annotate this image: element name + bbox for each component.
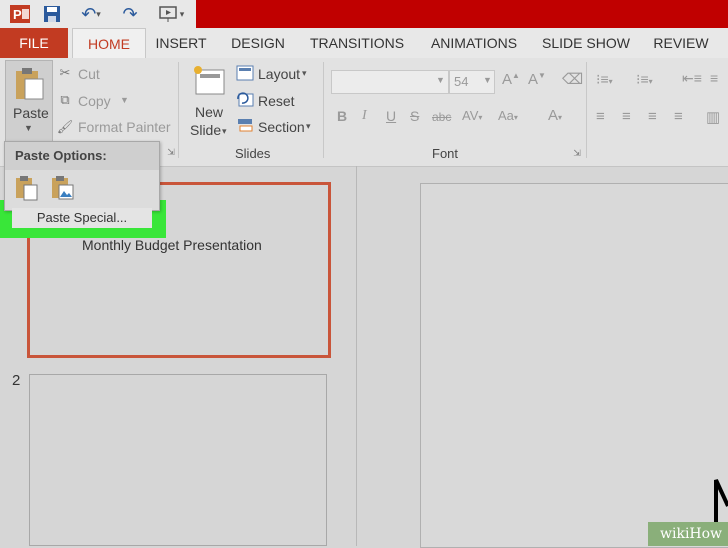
paste-special-menu-item[interactable]: Paste Special... xyxy=(12,208,152,228)
font-group-label: Font xyxy=(432,146,459,161)
layout-icon[interactable] xyxy=(236,65,254,81)
layout-button[interactable]: Layout xyxy=(258,66,300,82)
svg-text:P: P xyxy=(13,7,22,22)
title-bar-accent xyxy=(196,0,728,28)
font-size-value: 54 xyxy=(454,74,469,89)
numbering-icon[interactable]: ⁝≡▾ xyxy=(636,71,653,88)
text-shadow-icon[interactable]: S xyxy=(410,108,419,124)
group-separator xyxy=(323,62,324,158)
section-button[interactable]: Section xyxy=(258,119,305,135)
group-separator xyxy=(178,62,179,158)
reset-icon[interactable] xyxy=(236,91,254,107)
tab-design[interactable]: DESIGN xyxy=(226,28,290,58)
panel-divider xyxy=(356,166,357,546)
tab-animations[interactable]: ANIMATIONS xyxy=(424,28,524,58)
increase-indent-icon[interactable]: ≡ xyxy=(710,70,718,86)
decrease-font-size-icon[interactable]: A▼ xyxy=(528,71,546,88)
underline-icon[interactable]: U xyxy=(386,108,396,124)
copy-icon[interactable]: ⧉ xyxy=(56,91,74,109)
tab-insert[interactable]: INSERT xyxy=(150,28,212,58)
wikihow-watermark: wikiHow xyxy=(648,522,728,546)
align-center-icon[interactable]: ≡ xyxy=(622,108,631,125)
slides-group-label: Slides xyxy=(235,146,271,161)
font-color-icon[interactable]: A▾ xyxy=(548,107,562,124)
clipboard-launcher-icon[interactable]: ⇲ xyxy=(166,147,176,157)
align-left-icon[interactable]: ≡ xyxy=(596,108,605,125)
clipboard-icon xyxy=(12,65,46,101)
font-family-select[interactable] xyxy=(331,70,449,94)
decrease-indent-icon[interactable]: ⇤≡ xyxy=(682,70,702,87)
paste-options-header: Paste Options: xyxy=(5,142,159,170)
slide-2-number: 2 xyxy=(12,372,21,389)
tab-review[interactable]: REVIEW xyxy=(648,28,714,58)
slide-editing-canvas[interactable] xyxy=(420,183,728,548)
align-right-icon[interactable]: ≡ xyxy=(648,108,657,125)
cut-button[interactable]: Cut xyxy=(78,66,100,82)
paste-picture-icon[interactable] xyxy=(49,174,75,202)
bold-icon[interactable]: B xyxy=(337,108,347,124)
format-painter-icon[interactable]: 🖌 xyxy=(56,118,74,136)
copy-dropdown-icon[interactable]: ▼ xyxy=(120,95,129,105)
bullets-icon[interactable]: ⁝≡▾ xyxy=(596,71,613,88)
justify-icon[interactable]: ≡ xyxy=(674,108,683,125)
paste-label: Paste xyxy=(13,105,49,121)
layout-dropdown-icon[interactable]: ▾ xyxy=(302,68,307,79)
font-family-dropdown-icon[interactable]: ▼ xyxy=(436,75,445,85)
format-painter-button[interactable]: Format Painter xyxy=(78,119,171,135)
undo-icon[interactable]: ↶ ▾ xyxy=(74,3,108,25)
new-slide-label-1[interactable]: New xyxy=(195,104,223,120)
clear-formatting-icon[interactable]: ⌫ xyxy=(562,70,583,88)
save-icon[interactable] xyxy=(40,3,64,25)
slideshow-from-beginning-icon[interactable]: ▾ xyxy=(154,3,188,25)
section-icon[interactable] xyxy=(236,117,254,133)
font-launcher-icon[interactable]: ⇲ xyxy=(572,148,582,158)
change-case-icon[interactable]: Aa▾ xyxy=(498,108,518,123)
columns-icon[interactable]: ▥ xyxy=(706,108,720,126)
paste-options-dropdown: Paste Options: xyxy=(4,141,160,211)
tab-file[interactable]: FILE xyxy=(0,28,68,58)
new-slide-dropdown-icon[interactable]: ▾ xyxy=(222,126,227,137)
copy-button[interactable]: Copy xyxy=(78,93,111,109)
paste-dropdown-arrow-icon: ▼ xyxy=(24,123,33,133)
font-size-dropdown-icon[interactable]: ▼ xyxy=(483,75,492,85)
powerpoint-logo-icon: P xyxy=(8,3,32,25)
tab-home[interactable]: HOME xyxy=(72,28,146,59)
section-dropdown-icon[interactable]: ▾ xyxy=(306,121,311,132)
slide-thumbnail-2[interactable] xyxy=(29,374,327,546)
new-slide-icon[interactable] xyxy=(190,62,230,100)
slide-1-title: Monthly Budget Presentation xyxy=(82,237,262,253)
paste-use-destination-theme-icon[interactable] xyxy=(13,174,39,202)
character-spacing-icon[interactable]: AV▾ xyxy=(462,108,482,123)
cut-icon[interactable]: ✂ xyxy=(56,64,74,82)
strikethrough-icon[interactable]: abc xyxy=(432,110,451,124)
paste-button[interactable]: Paste ▼ xyxy=(5,60,53,142)
tab-slide-show[interactable]: SLIDE SHOW xyxy=(540,28,632,58)
increase-font-size-icon[interactable]: A▲ xyxy=(502,71,520,88)
redo-icon[interactable]: ↷ xyxy=(118,3,142,25)
tab-transitions[interactable]: TRANSITIONS xyxy=(306,28,408,58)
italic-icon[interactable]: I xyxy=(362,108,367,124)
ribbon-tabs: FILE HOME INSERT DESIGN TRANSITIONS ANIM… xyxy=(0,28,728,59)
group-separator xyxy=(586,62,587,158)
reset-button[interactable]: Reset xyxy=(258,93,295,109)
new-slide-label-2[interactable]: Slide xyxy=(190,122,221,138)
